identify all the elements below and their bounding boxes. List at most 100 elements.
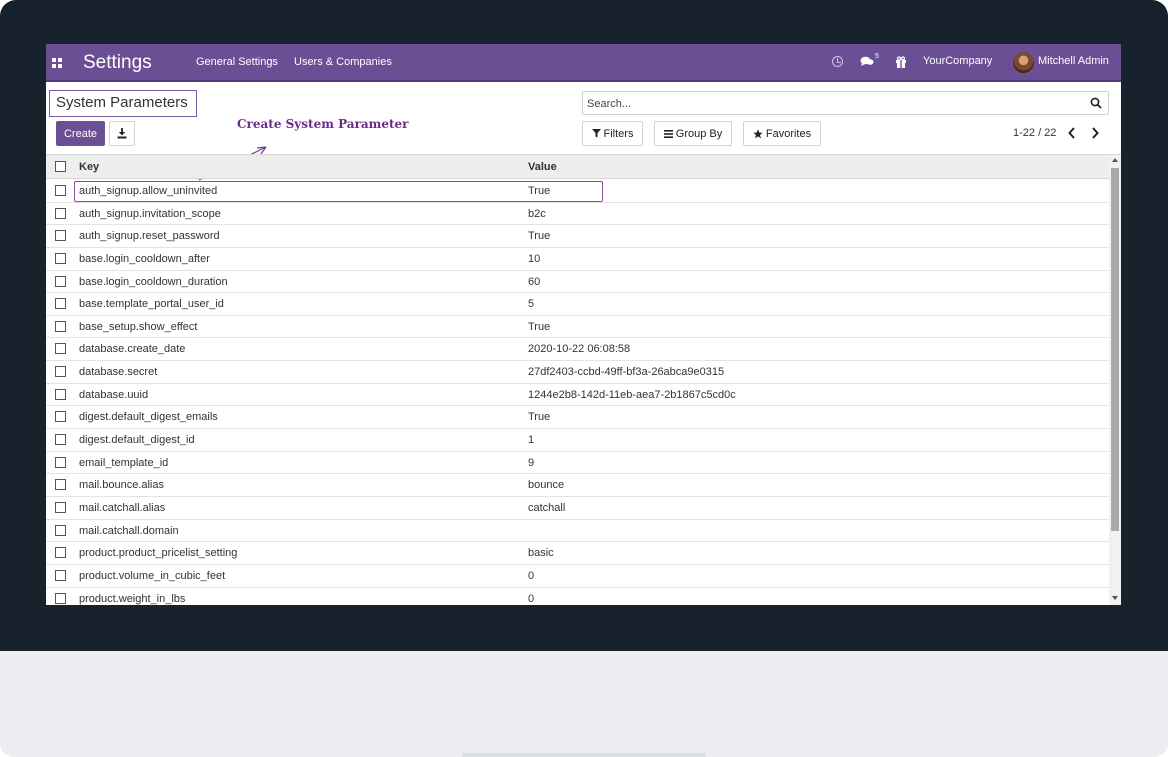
- cell-value: True: [528, 411, 551, 424]
- table-row[interactable]: email_template_id 9: [46, 452, 1109, 475]
- cell-key: auth_signup.reset_password: [79, 230, 220, 243]
- table-row[interactable]: product.weight_in_lbs 0: [46, 588, 1109, 605]
- cell-value: b2c: [528, 207, 546, 220]
- filters-button[interactable]: Filters: [582, 121, 643, 146]
- cell-key: digest.default_digest_id: [79, 434, 195, 447]
- row-checkbox[interactable]: [55, 343, 66, 355]
- download-button[interactable]: [109, 121, 135, 146]
- cell-key: database.create_date: [79, 343, 186, 356]
- scroll-up-arrow-icon[interactable]: [1112, 158, 1118, 162]
- cell-value: 5: [528, 298, 535, 311]
- user-avatar[interactable]: [1013, 52, 1034, 73]
- row-checkbox[interactable]: [55, 252, 66, 264]
- row-checkbox[interactable]: [55, 185, 66, 196]
- app-title: Settings: [83, 52, 152, 73]
- menu-general-settings[interactable]: General Settings: [196, 56, 278, 68]
- row-checkbox[interactable]: [55, 547, 66, 559]
- row-checkbox[interactable]: [55, 501, 66, 513]
- search-bar: [582, 91, 1109, 115]
- table-row[interactable]: digest.default_digest_emails True: [46, 406, 1109, 430]
- star-icon: [753, 128, 763, 138]
- row-checkbox[interactable]: [55, 275, 66, 287]
- cell-value: basic: [528, 547, 554, 560]
- pager-previous-icon[interactable]: [1066, 126, 1078, 140]
- breadcrumb-title: System Parameters: [56, 94, 188, 111]
- scroll-thumb[interactable]: [1111, 168, 1119, 531]
- table-row[interactable]: auth_signup.reset_password True: [46, 225, 1109, 248]
- cell-key: base_setup.show_effect: [79, 320, 198, 333]
- chat-icon[interactable]: [860, 56, 874, 67]
- activity-clock-icon[interactable]: [832, 56, 843, 67]
- row-checkbox[interactable]: [55, 569, 66, 581]
- table-row[interactable]: base_setup.show_effect True: [46, 316, 1109, 339]
- filters-label: Filters: [603, 127, 634, 140]
- cell-key: mail.bounce.alias: [79, 479, 164, 492]
- table-row[interactable]: mail.catchall.domain: [46, 520, 1109, 543]
- annotation-label: Create System Parameter: [237, 117, 409, 131]
- table-row[interactable]: base.login_cooldown_duration 60: [46, 271, 1109, 294]
- cell-key: mail.catchall.alias: [79, 501, 166, 514]
- row-checkbox[interactable]: [55, 207, 66, 219]
- table-row[interactable]: base.template_portal_user_id 5: [46, 293, 1109, 316]
- row-highlight-annotation: [74, 181, 603, 202]
- system-parameters-list: Key Value auth_signup.allow_uninvited Tru…: [46, 154, 1121, 605]
- cell-key: auth_signup.invitation_scope: [79, 207, 221, 220]
- column-header-value[interactable]: Value: [528, 161, 557, 173]
- cell-key: mail.catchall.domain: [79, 524, 179, 537]
- cell-key: digest.default_digest_emails: [79, 411, 218, 424]
- group-by-button[interactable]: Group By: [654, 121, 732, 146]
- cell-value: 9: [528, 456, 535, 469]
- row-checkbox[interactable]: [55, 434, 66, 446]
- select-all-checkbox[interactable]: [55, 161, 66, 172]
- table-row[interactable]: product.volume_in_cubic_feet 0: [46, 565, 1109, 588]
- monitor-chin: [0, 651, 1168, 757]
- favorites-button[interactable]: Favorites: [743, 121, 821, 146]
- cell-value: True: [528, 320, 551, 333]
- table-row[interactable]: auth_signup.invitation_scope b2c: [46, 203, 1109, 226]
- cell-value: 0: [528, 569, 535, 582]
- cell-value: 1244e2b8-142d-11eb-aea7-2b1867c5cd0c: [528, 388, 736, 401]
- pager-value[interactable]: 1-22 / 22: [1013, 127, 1056, 139]
- list-body: auth_signup.allow_uninvited True auth_sign…: [46, 180, 1109, 605]
- row-checkbox[interactable]: [55, 411, 66, 423]
- column-header-key[interactable]: Key: [79, 161, 99, 173]
- row-checkbox[interactable]: [55, 388, 66, 400]
- group-by-label: Group By: [675, 127, 723, 140]
- cell-key: base.login_cooldown_duration: [79, 275, 228, 288]
- scroll-down-arrow-icon[interactable]: [1112, 596, 1118, 600]
- list-icon: [663, 129, 673, 138]
- cell-key: product.volume_in_cubic_feet: [79, 569, 226, 582]
- cell-value: bounce: [528, 479, 565, 492]
- row-checkbox[interactable]: [55, 366, 66, 378]
- row-checkbox[interactable]: [55, 456, 66, 468]
- vertical-scrollbar[interactable]: [1109, 155, 1121, 605]
- pager-next-icon[interactable]: [1089, 126, 1101, 140]
- cell-key: email_template_id: [79, 456, 169, 469]
- table-row[interactable]: database.uuid 1244e2b8-142d-11eb-aea7-2b1…: [46, 384, 1109, 407]
- row-checkbox[interactable]: [55, 230, 66, 242]
- table-row[interactable]: database.create_date 2020-10-22 06:08:58: [46, 338, 1109, 362]
- table-row[interactable]: mail.bounce.alias bounce: [46, 474, 1109, 497]
- top-navbar: Settings General Settings Users & Compan…: [46, 44, 1121, 82]
- table-row[interactable]: database.secret 27df2403-ccbd-49ff-bf3a-2…: [46, 361, 1109, 384]
- company-switcher[interactable]: YourCompany: [923, 55, 992, 67]
- menu-users-companies[interactable]: Users & Companies: [294, 56, 392, 68]
- search-icon[interactable]: [1090, 97, 1102, 109]
- create-button[interactable]: Create: [56, 121, 105, 146]
- table-row[interactable]: digest.default_digest_id 1: [46, 429, 1109, 452]
- app-screen: Settings General Settings Users & Compan…: [46, 44, 1121, 605]
- row-checkbox[interactable]: [55, 298, 66, 310]
- row-checkbox[interactable]: [55, 592, 66, 604]
- table-row[interactable]: base.login_cooldown_after 10: [46, 248, 1109, 271]
- table-row[interactable]: product.product_pricelist_setting basic: [46, 542, 1109, 565]
- cell-value: 27df2403-ccbd-49ff-bf3a-26abca9e0315: [528, 366, 725, 379]
- user-menu[interactable]: Mitchell Admin: [1038, 55, 1109, 67]
- row-checkbox[interactable]: [55, 320, 66, 332]
- row-checkbox[interactable]: [55, 479, 66, 491]
- row-checkbox[interactable]: [55, 524, 66, 536]
- gift-icon[interactable]: [895, 56, 907, 68]
- cell-key: product.weight_in_lbs: [79, 592, 186, 605]
- table-row[interactable]: mail.catchall.alias catchall: [46, 497, 1109, 520]
- search-input[interactable]: [587, 96, 1067, 111]
- apps-grid-icon[interactable]: [52, 58, 62, 68]
